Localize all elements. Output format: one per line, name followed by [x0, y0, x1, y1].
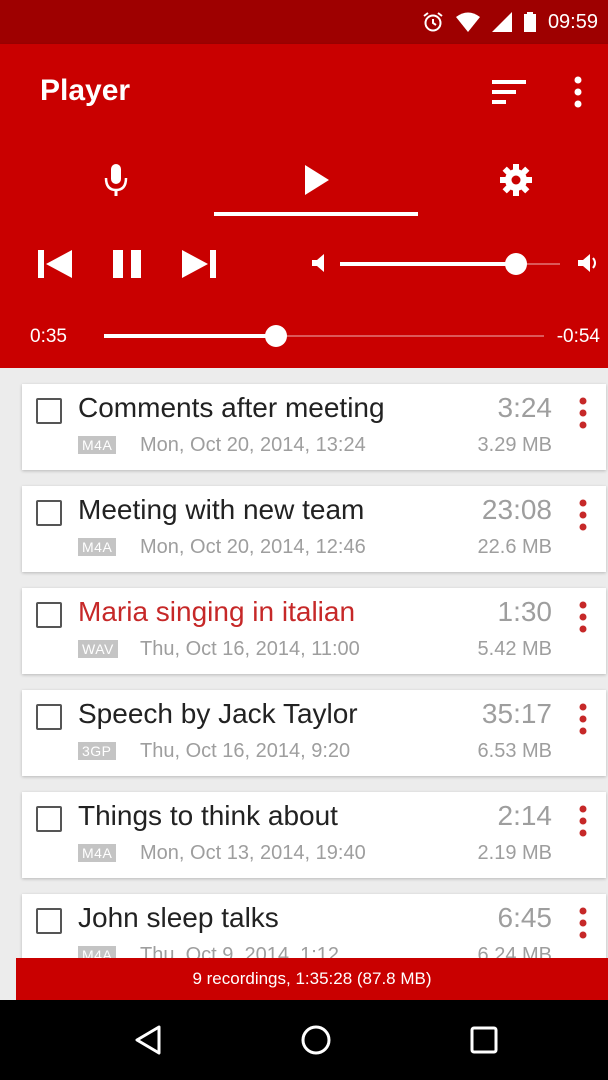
tab-settings[interactable] [416, 144, 608, 216]
recording-size: 2.19 MB [477, 842, 552, 864]
player-panel: 0:35 -0:54 [0, 216, 608, 368]
skip-next-button[interactable] [180, 244, 220, 284]
recording-duration: 6:45 [497, 902, 553, 933]
volume-fill [340, 262, 516, 266]
signal-icon [491, 12, 512, 32]
recording-date: Mon, Oct 20, 2014, 13:24 [140, 434, 366, 456]
recording-date: Mon, Oct 13, 2014, 19:40 [140, 842, 366, 864]
more-vert-icon[interactable] [578, 804, 588, 838]
list-item[interactable]: Maria singing in italian WAV Thu, Oct 16… [22, 588, 606, 674]
item-checkbox[interactable] [36, 500, 62, 526]
pause-button[interactable] [108, 244, 148, 284]
nav-bar [0, 1000, 608, 1080]
more-vert-icon[interactable] [578, 906, 588, 940]
volume-slider[interactable] [340, 252, 560, 276]
pause-icon [113, 250, 141, 278]
battery-icon [523, 12, 536, 32]
status-bar: 09:59 [0, 0, 608, 44]
overflow-menu-button[interactable] [566, 72, 590, 112]
home-icon [301, 1025, 331, 1055]
recording-duration: 1:30 [497, 596, 553, 627]
recording-date: Thu, Oct 16, 2014, 11:00 [140, 638, 360, 660]
list-item[interactable]: Meeting with new team M4A Mon, Oct 20, 2… [22, 486, 606, 572]
tab-record[interactable] [16, 144, 216, 216]
more-vert-icon[interactable] [578, 396, 588, 430]
more-vert-icon [574, 76, 582, 108]
remaining-time: -0:54 [556, 326, 600, 347]
recording-name: John sleep talks [78, 902, 279, 933]
more-vert-icon[interactable] [578, 498, 588, 532]
status-time: 09:59 [547, 10, 598, 33]
recording-name: Maria singing in italian [78, 596, 356, 627]
format-badge: WAV [78, 640, 118, 658]
seek-knob[interactable] [265, 325, 287, 347]
alarm-icon [423, 12, 443, 32]
sort-button[interactable] [490, 74, 530, 110]
gear-icon [500, 164, 532, 196]
item-checkbox[interactable] [36, 398, 62, 424]
recents-icon [470, 1026, 498, 1054]
page-title: Player [40, 74, 131, 107]
volume-knob[interactable] [505, 253, 527, 275]
format-badge: M4A [78, 844, 117, 862]
wifi-icon [455, 12, 480, 32]
sort-icon [492, 80, 526, 104]
recording-name: Comments after meeting [78, 392, 385, 423]
list-item[interactable]: Comments after meeting M4A Mon, Oct 20, … [22, 384, 606, 470]
microphone-icon [104, 164, 128, 196]
elapsed-time: 0:35 [30, 326, 67, 347]
list-item[interactable]: Speech by Jack Taylor 3GP Thu, Oct 16, 2… [22, 690, 606, 776]
format-badge: M4A [78, 436, 117, 454]
recording-name: Meeting with new team [78, 494, 365, 525]
back-button[interactable] [118, 1016, 178, 1064]
recording-date: Mon, Oct 20, 2014, 12:46 [140, 536, 366, 558]
format-badge: 3GP [78, 742, 116, 760]
more-vert-icon[interactable] [578, 702, 588, 736]
app-bar: Player [0, 44, 608, 216]
home-button[interactable] [286, 1016, 346, 1064]
back-icon [135, 1025, 161, 1055]
seek-fill [104, 334, 276, 338]
play-icon [305, 165, 329, 195]
tab-player[interactable] [216, 144, 416, 216]
recording-duration: 23:08 [481, 494, 552, 525]
recording-size: 22.6 MB [477, 536, 552, 558]
recording-size: 6.53 MB [477, 740, 552, 762]
volume-up-icon [578, 254, 596, 272]
recording-name: Speech by Jack Taylor [78, 698, 358, 729]
recording-duration: 2:14 [497, 800, 553, 831]
recording-duration: 3:24 [497, 392, 553, 423]
seek-bar[interactable] [104, 324, 544, 348]
more-vert-icon[interactable] [578, 600, 588, 634]
volume-down-icon [312, 254, 324, 272]
recording-date: Thu, Oct 16, 2014, 9:20 [140, 740, 351, 762]
recents-button[interactable] [454, 1016, 514, 1064]
list-item[interactable]: Things to think about M4A Mon, Oct 13, 2… [22, 792, 606, 878]
summary-bar: 9 recordings, 1:35:28 (87.8 MB) [16, 958, 608, 1000]
skip-next-icon [182, 250, 216, 278]
format-badge: M4A [78, 538, 117, 556]
item-checkbox[interactable] [36, 806, 62, 832]
item-checkbox[interactable] [36, 704, 62, 730]
tab-bar [0, 144, 608, 216]
recording-size: 3.29 MB [477, 434, 552, 456]
recording-name: Things to think about [78, 800, 338, 831]
recording-size: 5.42 MB [477, 638, 552, 660]
skip-previous-button[interactable] [34, 244, 74, 284]
item-checkbox[interactable] [36, 602, 62, 628]
recording-duration: 35:17 [481, 698, 552, 729]
skip-previous-icon [38, 250, 72, 278]
item-checkbox[interactable] [36, 908, 62, 934]
